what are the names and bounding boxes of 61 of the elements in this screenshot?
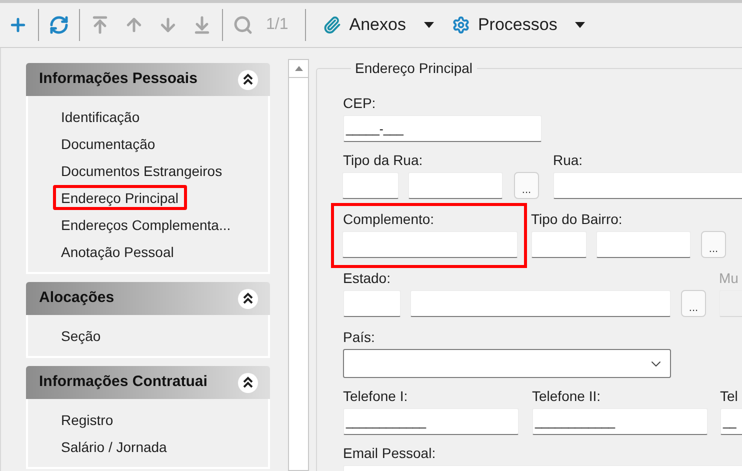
input-field[interactable] xyxy=(343,290,401,317)
field-label: Telefone I: xyxy=(343,387,409,405)
lookup-button[interactable]: ... xyxy=(514,172,539,199)
record-counter: 1/1 xyxy=(266,15,288,35)
sidebar-item[interactable]: Salário / Jornada xyxy=(53,434,175,459)
field-label: País: xyxy=(343,328,376,346)
scroll-up-icon[interactable] xyxy=(294,66,302,71)
input-field[interactable] xyxy=(410,290,671,317)
field-label: Mu xyxy=(719,269,740,287)
input-field[interactable] xyxy=(553,172,742,199)
caret-icon xyxy=(424,22,434,28)
input-field[interactable]: __ xyxy=(720,408,742,435)
input-field[interactable] xyxy=(408,172,503,199)
sidebar-item[interactable]: Documentação xyxy=(53,131,164,156)
section-header[interactable]: Alocações xyxy=(26,282,270,315)
input-field[interactable]: _____-___ xyxy=(343,115,542,142)
sidebar-item[interactable]: Documentos Estrangeiros xyxy=(53,158,230,183)
input-field[interactable] xyxy=(342,172,399,199)
collapse-icon[interactable] xyxy=(238,70,258,90)
paperclip-icon xyxy=(323,16,342,34)
section-title: Informações Pessoais xyxy=(39,69,198,90)
section-title: Informações Contratuai xyxy=(39,372,208,392)
section-title: Alocações xyxy=(39,288,114,308)
group-title: Endereço Principal xyxy=(354,59,474,78)
sidebar-item[interactable]: Endereço Principal xyxy=(53,185,187,210)
sidebar-item[interactable]: Endereços Complementa... xyxy=(53,212,239,237)
field-label: Telefone II: xyxy=(532,387,602,405)
lookup-button[interactable]: ... xyxy=(681,290,706,317)
field-label: Email Pessoal: xyxy=(343,444,437,462)
search-icon xyxy=(233,15,253,35)
field-label: Rua: xyxy=(553,151,584,169)
input-field[interactable] xyxy=(596,231,691,258)
input-field[interactable]: ____________ xyxy=(343,408,519,435)
attachments-menu[interactable]: Anexos xyxy=(323,9,434,41)
field-label: Tel xyxy=(720,387,739,405)
input-field[interactable] xyxy=(531,231,587,258)
arrow-to-top-icon xyxy=(90,15,110,35)
sidebar-item[interactable]: Identificação xyxy=(53,104,148,129)
sidebar-item[interactable]: Seção xyxy=(53,323,109,348)
collapse-icon[interactable] xyxy=(238,288,258,308)
collapse-icon[interactable] xyxy=(238,372,258,392)
arrow-to-bottom-icon xyxy=(192,15,212,35)
section-header[interactable]: Informações Pessoais xyxy=(26,63,270,96)
add-icon xyxy=(8,15,28,35)
field-label: Tipo do Bairro: xyxy=(531,210,624,228)
caret-icon xyxy=(575,22,586,28)
field-label: Tipo da Rua: xyxy=(343,151,424,169)
lookup-button[interactable]: ... xyxy=(701,231,726,258)
sidebar-item[interactable]: Anotação Pessoal xyxy=(53,239,182,264)
country-dropdown[interactable] xyxy=(343,349,671,378)
processes-menu[interactable]: Processos xyxy=(452,9,586,41)
input-field[interactable]: ____________ xyxy=(532,408,708,435)
section-header[interactable]: Informações Contratuai xyxy=(26,366,270,399)
field-label: Estado: xyxy=(343,269,392,287)
refresh-icon xyxy=(49,15,69,35)
field-label: Complemento: xyxy=(343,210,436,228)
gear-icon xyxy=(452,16,470,34)
scrollbar[interactable] xyxy=(288,59,309,471)
sidebar-item[interactable]: Registro xyxy=(53,407,122,432)
input-field[interactable] xyxy=(342,231,518,258)
field-label: CEP: xyxy=(343,94,377,112)
